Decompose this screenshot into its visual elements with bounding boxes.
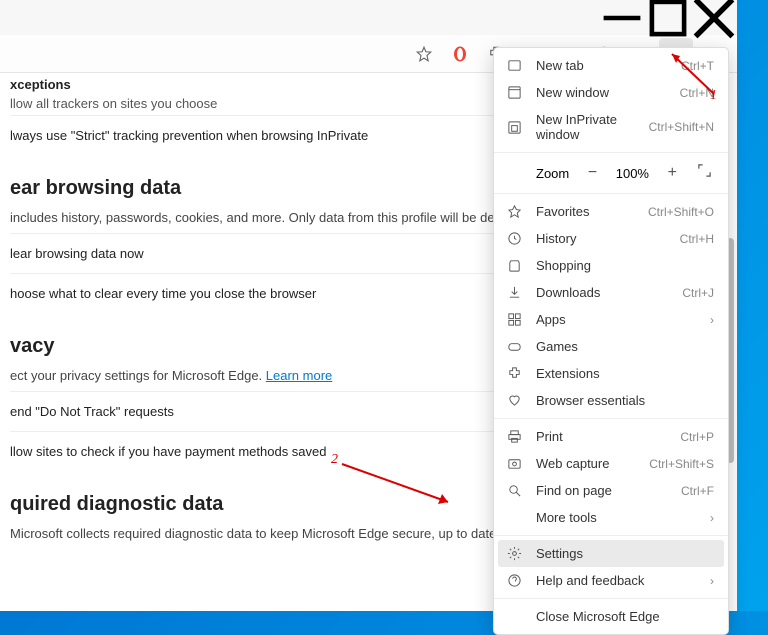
menu-extensions[interactable]: Extensions (494, 360, 728, 387)
learn-more-link[interactable]: Learn more (266, 368, 332, 383)
star-icon (506, 204, 522, 219)
menu-webcapture[interactable]: Web captureCtrl+Shift+S (494, 450, 728, 477)
menu-essentials[interactable]: Browser essentials (494, 387, 728, 414)
puzzle-icon (506, 366, 522, 381)
fullscreen-button[interactable] (695, 163, 714, 183)
gear-icon (506, 546, 522, 561)
menu-find[interactable]: Find on pageCtrl+F (494, 477, 728, 504)
search-icon (506, 483, 522, 498)
minimize-button[interactable] (599, 3, 645, 33)
apps-icon (506, 312, 522, 327)
menu-favorites[interactable]: FavoritesCtrl+Shift+O (494, 198, 728, 225)
menu-apps[interactable]: Apps› (494, 306, 728, 333)
menu-new-inprivate[interactable]: New InPrivate windowCtrl+Shift+N (494, 106, 728, 148)
window-titlebar (0, 0, 737, 35)
menu-history[interactable]: HistoryCtrl+H (494, 225, 728, 252)
zoom-level: 100% (616, 166, 649, 181)
history-icon (506, 231, 522, 246)
menu-more-tools[interactable]: More tools› (494, 504, 728, 531)
menu-shopping[interactable]: Shopping (494, 252, 728, 279)
menu-close-edge[interactable]: Close Microsoft Edge (494, 603, 728, 630)
help-icon (506, 573, 522, 588)
heart-icon (506, 393, 522, 408)
zoom-in-button[interactable]: + (663, 164, 682, 182)
menu-help[interactable]: Help and feedback› (494, 567, 728, 594)
close-button[interactable] (691, 3, 737, 33)
menu-print[interactable]: PrintCtrl+P (494, 423, 728, 450)
capture-icon (506, 456, 522, 471)
menu-downloads[interactable]: DownloadsCtrl+J (494, 279, 728, 306)
tab-icon (506, 58, 522, 73)
annotation-label-2: 2 (331, 452, 338, 468)
menu-new-window[interactable]: New windowCtrl+N (494, 79, 728, 106)
games-icon (506, 339, 522, 354)
inprivate-icon (506, 120, 522, 135)
opera-icon[interactable] (443, 38, 477, 70)
window-icon (506, 85, 522, 100)
download-icon (506, 285, 522, 300)
annotation-label-1: 1 (710, 88, 717, 104)
shopping-icon (506, 258, 522, 273)
menu-zoom: Zoom − 100% + (494, 157, 728, 189)
menu-new-tab[interactable]: New tabCtrl+T (494, 52, 728, 79)
more-menu: New tabCtrl+T New windowCtrl+N New InPri… (493, 47, 729, 635)
maximize-button[interactable] (645, 3, 691, 33)
menu-settings[interactable]: Settings (498, 540, 724, 567)
print-icon (506, 429, 522, 444)
favorite-star-button[interactable] (407, 38, 441, 70)
menu-games[interactable]: Games (494, 333, 728, 360)
zoom-out-button[interactable]: − (583, 164, 602, 182)
